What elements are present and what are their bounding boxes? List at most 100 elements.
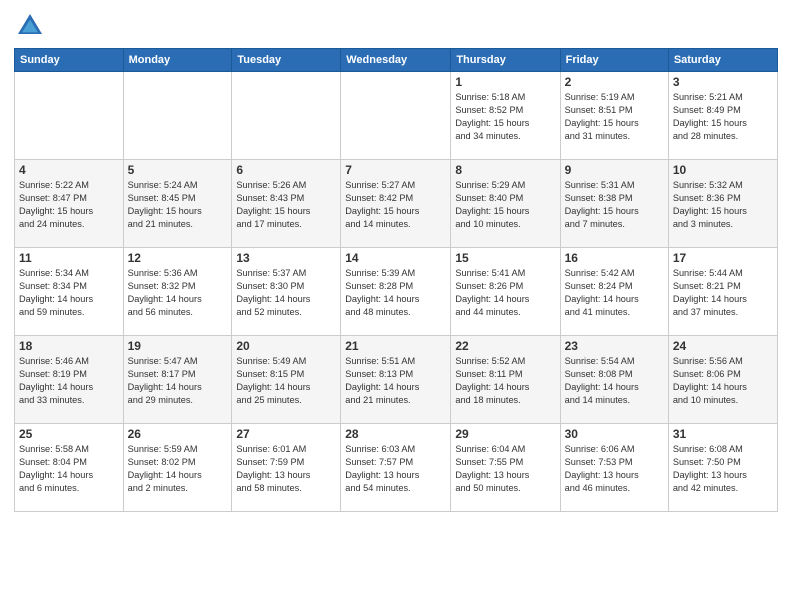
calendar-cell: 13 Sunrise: 5:37 AM Sunset: 8:30 PM Dayli… xyxy=(232,248,341,336)
day-info: Sunrise: 6:08 AM Sunset: 7:50 PM Dayligh… xyxy=(673,443,773,495)
day-info: Sunrise: 5:54 AM Sunset: 8:08 PM Dayligh… xyxy=(565,355,664,407)
day-info: Sunrise: 5:46 AM Sunset: 8:19 PM Dayligh… xyxy=(19,355,119,407)
calendar-cell: 20 Sunrise: 5:49 AM Sunset: 8:15 PM Dayli… xyxy=(232,336,341,424)
calendar-cell: 1 Sunrise: 5:18 AM Sunset: 8:52 PM Daylig… xyxy=(451,72,560,160)
day-info: Sunrise: 5:37 AM Sunset: 8:30 PM Dayligh… xyxy=(236,267,336,319)
logo xyxy=(14,10,50,42)
calendar-cell: 5Sunrise: 5:24 AM Sunset: 8:45 PM Daylig… xyxy=(123,160,232,248)
day-number: 15 xyxy=(455,251,555,265)
day-info: Sunrise: 5:29 AM Sunset: 8:40 PM Dayligh… xyxy=(455,179,555,231)
calendar-cell: 14 Sunrise: 5:39 AM Sunset: 8:28 PM Dayli… xyxy=(341,248,451,336)
calendar-cell: 25Sunrise: 5:58 AM Sunset: 8:04 PM Dayli… xyxy=(15,424,124,512)
day-number: 11 xyxy=(19,251,119,265)
calendar-cell: 12 Sunrise: 5:36 AM Sunset: 8:32 PM Dayli… xyxy=(123,248,232,336)
day-info: Sunrise: 5:18 AM Sunset: 8:52 PM Dayligh… xyxy=(455,91,555,143)
day-info: Sunrise: 6:06 AM Sunset: 7:53 PM Dayligh… xyxy=(565,443,664,495)
calendar-cell: 23Sunrise: 5:54 AM Sunset: 8:08 PM Dayli… xyxy=(560,336,668,424)
calendar-header: SundayMondayTuesdayWednesdayThursdayFrid… xyxy=(15,49,778,72)
calendar-cell: 6 Sunrise: 5:26 AM Sunset: 8:43 PM Daylig… xyxy=(232,160,341,248)
day-info: Sunrise: 5:58 AM Sunset: 8:04 PM Dayligh… xyxy=(19,443,119,495)
day-info: Sunrise: 5:31 AM Sunset: 8:38 PM Dayligh… xyxy=(565,179,664,231)
day-number: 26 xyxy=(128,427,228,441)
day-info: Sunrise: 5:36 AM Sunset: 8:32 PM Dayligh… xyxy=(128,267,228,319)
day-number: 22 xyxy=(455,339,555,353)
calendar-cell: 22 Sunrise: 5:52 AM Sunset: 8:11 PM Dayli… xyxy=(451,336,560,424)
calendar-cell: 28Sunrise: 6:03 AM Sunset: 7:57 PM Dayli… xyxy=(341,424,451,512)
calendar-cell: 30 Sunrise: 6:06 AM Sunset: 7:53 PM Dayli… xyxy=(560,424,668,512)
weekday-saturday: Saturday xyxy=(668,49,777,72)
calendar-cell: 8 Sunrise: 5:29 AM Sunset: 8:40 PM Daylig… xyxy=(451,160,560,248)
calendar-body: 1 Sunrise: 5:18 AM Sunset: 8:52 PM Daylig… xyxy=(15,72,778,512)
calendar-cell xyxy=(232,72,341,160)
calendar-cell: 27 Sunrise: 6:01 AM Sunset: 7:59 PM Dayli… xyxy=(232,424,341,512)
calendar-week-1: 4 Sunrise: 5:22 AM Sunset: 8:47 PM Daylig… xyxy=(15,160,778,248)
calendar-cell: 31 Sunrise: 6:08 AM Sunset: 7:50 PM Dayli… xyxy=(668,424,777,512)
day-number: 4 xyxy=(19,163,119,177)
calendar-cell xyxy=(123,72,232,160)
calendar-week-0: 1 Sunrise: 5:18 AM Sunset: 8:52 PM Daylig… xyxy=(15,72,778,160)
calendar-week-4: 25Sunrise: 5:58 AM Sunset: 8:04 PM Dayli… xyxy=(15,424,778,512)
day-number: 1 xyxy=(455,75,555,89)
day-info: Sunrise: 5:49 AM Sunset: 8:15 PM Dayligh… xyxy=(236,355,336,407)
day-info: Sunrise: 5:56 AM Sunset: 8:06 PM Dayligh… xyxy=(673,355,773,407)
day-number: 18 xyxy=(19,339,119,353)
page: SundayMondayTuesdayWednesdayThursdayFrid… xyxy=(0,0,792,612)
day-info: Sunrise: 5:26 AM Sunset: 8:43 PM Dayligh… xyxy=(236,179,336,231)
weekday-friday: Friday xyxy=(560,49,668,72)
calendar-cell: 24Sunrise: 5:56 AM Sunset: 8:06 PM Dayli… xyxy=(668,336,777,424)
day-info: Sunrise: 5:27 AM Sunset: 8:42 PM Dayligh… xyxy=(345,179,446,231)
weekday-thursday: Thursday xyxy=(451,49,560,72)
calendar-cell: 4 Sunrise: 5:22 AM Sunset: 8:47 PM Daylig… xyxy=(15,160,124,248)
weekday-monday: Monday xyxy=(123,49,232,72)
calendar-cell: 29 Sunrise: 6:04 AM Sunset: 7:55 PM Dayli… xyxy=(451,424,560,512)
calendar-cell: 19 Sunrise: 5:47 AM Sunset: 8:17 PM Dayli… xyxy=(123,336,232,424)
day-number: 3 xyxy=(673,75,773,89)
day-number: 30 xyxy=(565,427,664,441)
day-number: 2 xyxy=(565,75,664,89)
day-number: 29 xyxy=(455,427,555,441)
calendar-table: SundayMondayTuesdayWednesdayThursdayFrid… xyxy=(14,48,778,512)
day-number: 27 xyxy=(236,427,336,441)
calendar-cell: 17 Sunrise: 5:44 AM Sunset: 8:21 PM Dayli… xyxy=(668,248,777,336)
day-info: Sunrise: 5:44 AM Sunset: 8:21 PM Dayligh… xyxy=(673,267,773,319)
calendar-cell: 21Sunrise: 5:51 AM Sunset: 8:13 PM Dayli… xyxy=(341,336,451,424)
calendar-cell: 3 Sunrise: 5:21 AM Sunset: 8:49 PM Daylig… xyxy=(668,72,777,160)
day-number: 20 xyxy=(236,339,336,353)
day-info: Sunrise: 5:59 AM Sunset: 8:02 PM Dayligh… xyxy=(128,443,228,495)
calendar-cell: 16Sunrise: 5:42 AM Sunset: 8:24 PM Dayli… xyxy=(560,248,668,336)
day-number: 6 xyxy=(236,163,336,177)
weekday-tuesday: Tuesday xyxy=(232,49,341,72)
day-info: Sunrise: 5:42 AM Sunset: 8:24 PM Dayligh… xyxy=(565,267,664,319)
day-number: 13 xyxy=(236,251,336,265)
calendar-cell: 2 Sunrise: 5:19 AM Sunset: 8:51 PM Daylig… xyxy=(560,72,668,160)
day-number: 31 xyxy=(673,427,773,441)
day-number: 19 xyxy=(128,339,228,353)
day-info: Sunrise: 5:32 AM Sunset: 8:36 PM Dayligh… xyxy=(673,179,773,231)
calendar-cell: 7 Sunrise: 5:27 AM Sunset: 8:42 PM Daylig… xyxy=(341,160,451,248)
day-info: Sunrise: 5:22 AM Sunset: 8:47 PM Dayligh… xyxy=(19,179,119,231)
calendar-cell: 9 Sunrise: 5:31 AM Sunset: 8:38 PM Daylig… xyxy=(560,160,668,248)
day-info: Sunrise: 5:51 AM Sunset: 8:13 PM Dayligh… xyxy=(345,355,446,407)
weekday-sunday: Sunday xyxy=(15,49,124,72)
day-info: Sunrise: 5:19 AM Sunset: 8:51 PM Dayligh… xyxy=(565,91,664,143)
day-info: Sunrise: 5:34 AM Sunset: 8:34 PM Dayligh… xyxy=(19,267,119,319)
day-info: Sunrise: 5:47 AM Sunset: 8:17 PM Dayligh… xyxy=(128,355,228,407)
calendar-cell xyxy=(341,72,451,160)
day-info: Sunrise: 5:21 AM Sunset: 8:49 PM Dayligh… xyxy=(673,91,773,143)
day-number: 7 xyxy=(345,163,446,177)
day-info: Sunrise: 5:24 AM Sunset: 8:45 PM Dayligh… xyxy=(128,179,228,231)
day-info: Sunrise: 5:52 AM Sunset: 8:11 PM Dayligh… xyxy=(455,355,555,407)
day-number: 17 xyxy=(673,251,773,265)
header xyxy=(14,10,778,42)
weekday-header-row: SundayMondayTuesdayWednesdayThursdayFrid… xyxy=(15,49,778,72)
day-number: 12 xyxy=(128,251,228,265)
calendar-cell xyxy=(15,72,124,160)
day-number: 14 xyxy=(345,251,446,265)
calendar-week-3: 18 Sunrise: 5:46 AM Sunset: 8:19 PM Dayli… xyxy=(15,336,778,424)
day-number: 8 xyxy=(455,163,555,177)
day-info: Sunrise: 6:01 AM Sunset: 7:59 PM Dayligh… xyxy=(236,443,336,495)
calendar-cell: 10Sunrise: 5:32 AM Sunset: 8:36 PM Dayli… xyxy=(668,160,777,248)
day-info: Sunrise: 6:04 AM Sunset: 7:55 PM Dayligh… xyxy=(455,443,555,495)
day-info: Sunrise: 5:39 AM Sunset: 8:28 PM Dayligh… xyxy=(345,267,446,319)
day-number: 9 xyxy=(565,163,664,177)
